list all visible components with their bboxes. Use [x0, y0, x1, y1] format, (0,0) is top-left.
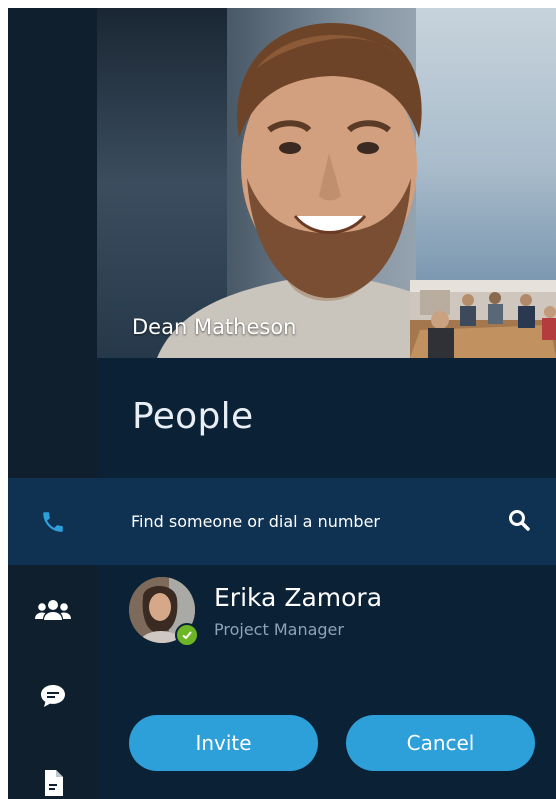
cancel-button[interactable]: Cancel: [346, 715, 535, 771]
left-rail: [8, 8, 97, 799]
rail-files[interactable]: [8, 766, 97, 799]
people-icon: [34, 598, 71, 622]
rail-contacts[interactable]: [8, 588, 97, 632]
skype-call-window: Dean Matheson People Find someone or dia…: [8, 8, 556, 799]
search-button[interactable]: [506, 509, 532, 535]
page-title: People: [132, 396, 254, 437]
contact-title: Project Manager: [214, 620, 344, 639]
contact-list-item[interactable]: Erika Zamora Project Manager: [97, 565, 556, 655]
phone-icon: [40, 509, 66, 535]
rail-phone[interactable]: [8, 478, 97, 565]
search-input[interactable]: [131, 506, 491, 536]
rail-chat[interactable]: [8, 674, 97, 718]
meeting-room-image: [410, 280, 556, 358]
presence-available-icon: [175, 623, 199, 647]
contact-name: Erika Zamora: [214, 583, 383, 612]
invite-button[interactable]: Invite: [129, 715, 318, 771]
self-view-thumbnail[interactable]: [410, 280, 556, 358]
chat-icon: [39, 683, 67, 709]
main-video: Dean Matheson: [97, 8, 556, 358]
document-icon: [43, 769, 63, 796]
search-bar: [97, 478, 556, 565]
search-icon: [508, 509, 530, 535]
caller-name: Dean Matheson: [132, 315, 297, 339]
